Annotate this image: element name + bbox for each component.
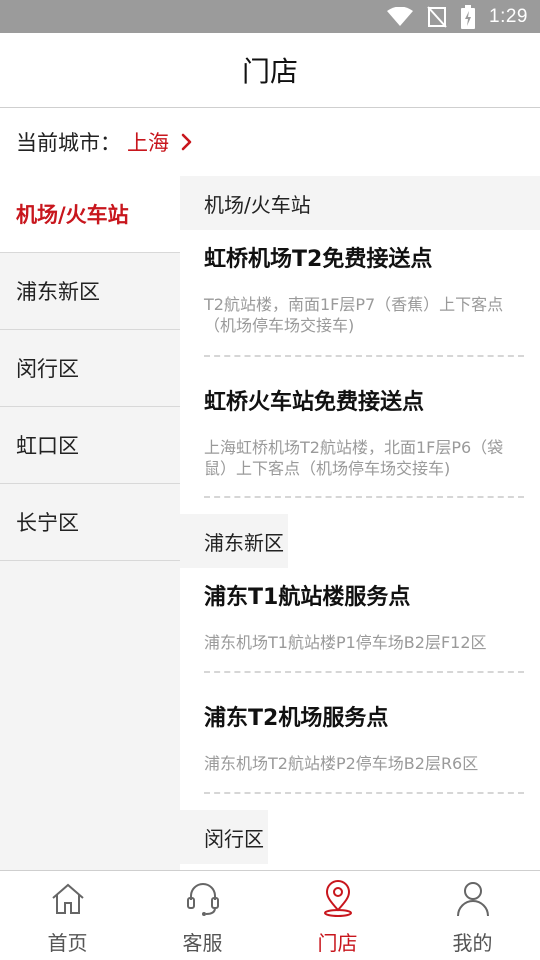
- tab-mine[interactable]: 我的: [405, 871, 540, 960]
- sidebar-item-minhang[interactable]: 闵行区: [0, 330, 180, 407]
- store-card[interactable]: 浦东T1航站楼服务点 浦东机场T1航站楼P1停车场B2层F12区: [180, 568, 540, 673]
- sidebar-item-airport-station[interactable]: 机场/火车站: [0, 176, 180, 253]
- store-list[interactable]: 机场/火车站 虹桥机场T2免费接送点 T2航站楼，南面1F层P7（香蕉）上下客点…: [180, 176, 540, 870]
- status-bar: 1:29: [0, 0, 540, 33]
- store-name: 浦东T2机场服务点: [204, 706, 389, 731]
- store-address: 浦东机场T2航站楼P2停车场B2层R6区: [204, 754, 479, 773]
- home-icon[interactable]: [50, 879, 86, 919]
- location-pin-icon[interactable]: [320, 879, 356, 919]
- tab-label: 首页: [47, 931, 88, 955]
- store-card[interactable]: 浦东T2机场服务点 浦东机场T2航站楼P2停车场B2层R6区: [180, 673, 540, 794]
- sidebar-item-hongkou[interactable]: 虹口区: [0, 407, 180, 484]
- section-header: 浦东新区: [180, 514, 288, 568]
- user-icon[interactable]: [455, 879, 491, 919]
- tab-stores[interactable]: 门店: [270, 871, 405, 960]
- page-title: 门店: [241, 55, 298, 88]
- store-address: 浦东机场T1航站楼P1停车场B2层F12区: [204, 633, 487, 652]
- chevron-right-icon[interactable]: [181, 133, 193, 151]
- city-selector[interactable]: 当前城市： 上海: [0, 108, 540, 176]
- store-name: 虹桥火车站免费接送点: [204, 390, 425, 415]
- dashed-divider: [204, 496, 524, 498]
- section-header: 机场/火车站: [180, 176, 540, 230]
- status-time: 1:29: [489, 5, 528, 27]
- tab-home[interactable]: 首页: [0, 871, 135, 960]
- tab-label: 门店: [317, 931, 358, 955]
- tab-service[interactable]: 客服: [135, 871, 270, 960]
- tab-label: 我的: [452, 931, 493, 955]
- current-city-label: 当前城市：: [16, 131, 121, 155]
- section-header: 闵行区: [180, 810, 268, 864]
- store-address: T2航站楼，南面1F层P7（香蕉）上下客点（机场停车场交接车): [204, 295, 504, 335]
- current-city-value[interactable]: 上海: [127, 127, 169, 157]
- store-card[interactable]: 虹桥机场T2免费接送点 T2航站楼，南面1F层P7（香蕉）上下客点（机场停车场交…: [180, 230, 540, 357]
- battery-charging-icon: [461, 4, 476, 29]
- store-card[interactable]: 虹桥火车站免费接送点 上海虹桥机场T2航站楼，北面1F层P6（袋鼠）上下客点（机…: [180, 357, 540, 498]
- wifi-icon: [387, 6, 414, 27]
- store-address: 上海虹桥机场T2航站楼，北面1F层P6（袋鼠）上下客点（机场停车场交接车): [204, 438, 504, 478]
- tab-label: 客服: [182, 931, 223, 955]
- no-signal-icon: [427, 5, 447, 28]
- store-name: 浦东T1航站楼服务点: [204, 585, 411, 610]
- category-sidebar: 机场/火车站 浦东新区 闵行区 虹口区 长宁区: [0, 176, 180, 870]
- page-header: 门店: [0, 33, 540, 108]
- bottom-tab-bar: 首页 客服 门店 我的: [0, 870, 540, 960]
- store-name: 虹桥机场T2免费接送点: [204, 247, 433, 272]
- headset-icon[interactable]: [185, 879, 221, 919]
- dashed-divider: [204, 792, 524, 794]
- sidebar-item-changning[interactable]: 长宁区: [0, 484, 180, 561]
- sidebar-item-pudong[interactable]: 浦东新区: [0, 253, 180, 330]
